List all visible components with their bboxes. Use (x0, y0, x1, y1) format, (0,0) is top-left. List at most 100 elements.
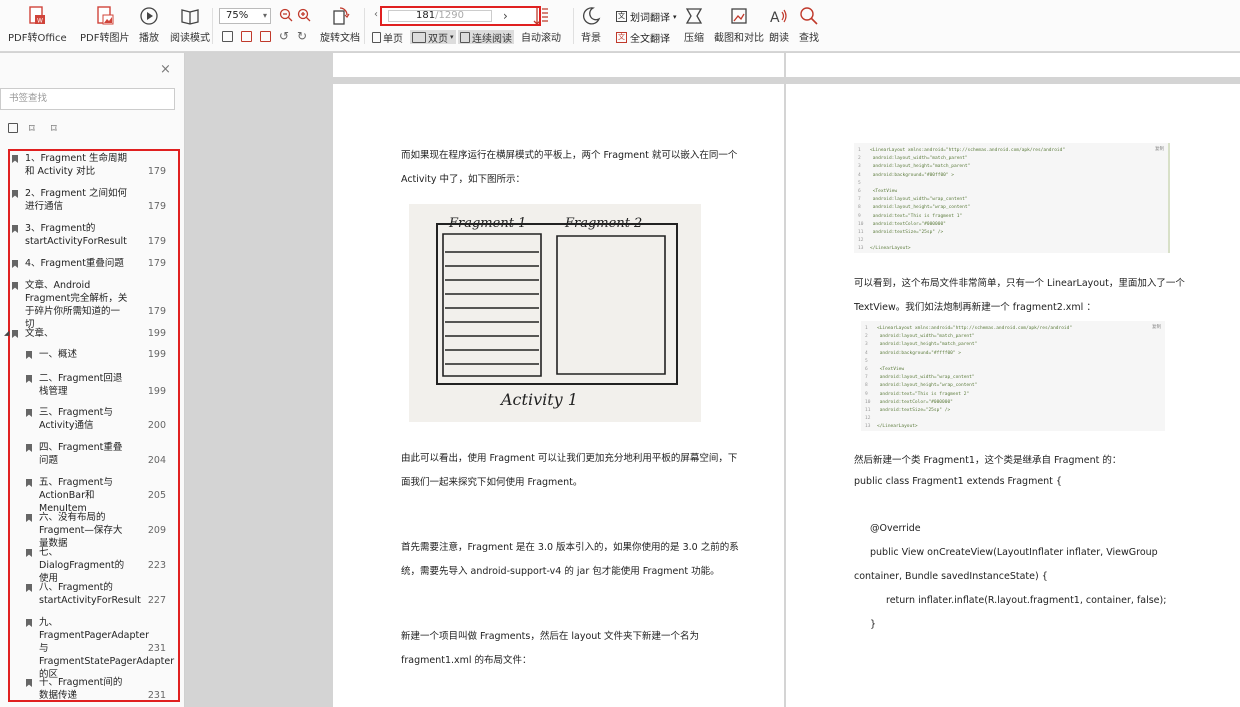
bookmark-label: 4、Fragment重叠问题 (25, 258, 124, 269)
page-current: 181 (416, 10, 436, 21)
continuous-read-button[interactable]: 连续阅读 (458, 30, 514, 45)
single-page-button[interactable]: 单页 (372, 30, 403, 45)
actual-size-icon[interactable] (222, 31, 233, 45)
code-text: android:layout_height="match_parent" (870, 164, 971, 170)
compress-button[interactable]: 压缩 (684, 6, 704, 44)
bookmark-item[interactable]: 4、Fragment重叠问题 179 (12, 257, 178, 270)
bookmark-page-number: 179 (147, 236, 166, 247)
fit-page-icon[interactable] (241, 31, 252, 45)
bookmark-item[interactable]: 五、Fragment与ActionBar和MenuItem 205 (26, 476, 178, 514)
bookmark-item[interactable]: 三、Fragment与Activity通信 200 (26, 406, 178, 432)
bookmark-label: 四、Fragment重叠问题 (39, 442, 123, 466)
line-number: 3 (865, 342, 868, 348)
screenshot-icon (729, 6, 749, 26)
code-text: <LinearLayout xmlns:android="http://sche… (870, 148, 1066, 153)
read-mode-button[interactable]: 阅读模式 (170, 6, 210, 44)
line-number: 1 (865, 326, 868, 331)
code-line: 2 android:layout_width="match_parent" (858, 155, 1164, 163)
play-button[interactable]: 播放 (139, 6, 159, 44)
read-aloud-button[interactable]: A 朗读 (769, 6, 789, 44)
next-page-icon[interactable]: › (503, 9, 508, 23)
bookmark-item[interactable]: 七、DialogFragment的使用 223 (26, 546, 178, 584)
copy-button[interactable]: 复制 (1152, 324, 1161, 332)
bookmark-page-number: 204 (147, 455, 166, 466)
svg-text:W: W (37, 18, 43, 25)
fit-width-icon[interactable] (260, 31, 271, 45)
bookmark-label: 三、Fragment与Activity通信 (39, 407, 113, 431)
bookmark-icon[interactable]: ⌑ (51, 122, 57, 135)
zoom-select[interactable]: 75% ▾ (219, 8, 271, 24)
bookmark-item[interactable]: 八、Fragment的startActivityForResult 227 (26, 581, 178, 607)
separator (573, 8, 574, 44)
bookmark-item[interactable]: 九、FragmentPagerAdapter与FragmentStatePage… (26, 616, 178, 680)
bookmark-flag-icon (12, 225, 18, 233)
bookmark-label: 十、Fragment间的数据传递 (39, 677, 123, 701)
bookmark-item[interactable]: ◢ 文章、 199 (4, 327, 178, 340)
close-icon[interactable]: × (160, 62, 171, 77)
sketch-label-fragment2: Fragment 2 (565, 216, 643, 231)
full-translate-button[interactable]: 文 全文翻译 (616, 30, 670, 45)
bookmark-search-input[interactable]: 书签查找 (0, 88, 175, 110)
copy-button[interactable]: 复制 (1155, 146, 1164, 154)
code-line: 8 android:layout_height="wrap_content" (858, 204, 1164, 212)
bookmark-label: 五、Fragment与ActionBar和MenuItem (39, 477, 113, 514)
bookmark-item[interactable]: 六、没有布局的Fragment—保存大量数据 209 (26, 511, 178, 549)
pdf-to-image-button[interactable]: PDF转图片 (80, 6, 129, 44)
paragraph: 可以看到，这个布局文件非常简单，只有一个 LinearLayout，里面加入了一… (854, 278, 1185, 289)
document-view[interactable]: 而如果现在程序运行在横屏模式的平板上，两个 Fragment 就可以嵌入在同一个… (185, 53, 1240, 707)
line-number: 11 (865, 408, 871, 414)
read-aloud-label: 朗读 (769, 33, 789, 44)
bookmark-item[interactable]: 二、Fragment回退栈管理 199 (26, 372, 178, 398)
line-number: 9 (858, 213, 861, 219)
rotate-left-icon[interactable]: ↺ (279, 29, 289, 43)
prev-page-icon[interactable]: ‹ (374, 9, 378, 20)
bookmark-item[interactable]: 1、Fragment 生命周期和 Activity 对比 179 (12, 152, 178, 178)
expand-all-icon[interactable] (8, 123, 18, 136)
pdf-to-office-button[interactable]: W PDF转Office (8, 6, 67, 44)
auto-scroll-button[interactable]: 自动滚动 (521, 6, 561, 44)
zoom-value: 75% (226, 10, 249, 21)
paragraph: 统，需要先导入 android-support-v4 的 jar 包才能使用 F… (401, 566, 720, 577)
zoom-out-icon[interactable] (279, 8, 293, 25)
page-navigator[interactable]: 181/1290 › (380, 6, 541, 26)
search-label: 查找 (799, 33, 819, 44)
bookmark-item[interactable]: 文章、Android Fragment完全解析，关于碎片你所需知道的一切 179 (12, 279, 178, 330)
paragraph: 面我们一起来探究下如何使用 Fragment。 (401, 477, 583, 488)
paragraph: 新建一个项目叫做 Fragments，然后在 layout 文件夹下新建一个名为 (401, 631, 700, 642)
code-line: 10 android:textColor="#000000" (865, 399, 1161, 407)
code-line: 7 android:layout_width="wrap_content" (865, 374, 1161, 382)
bookmark-item[interactable]: 四、Fragment重叠问题 204 (26, 441, 178, 467)
bookmark-item[interactable]: 2、Fragment 之间如何进行通信 179 (12, 187, 178, 213)
previous-page-left (333, 53, 784, 77)
code-line: 5 (865, 358, 1161, 366)
bookmark-label: 八、Fragment的startActivityForResult (39, 582, 141, 606)
bookmark-item[interactable]: 十、Fragment间的数据传递 231 (26, 676, 178, 702)
collapse-icon[interactable]: ◢ (4, 327, 9, 340)
continuous-read-icon (460, 31, 470, 43)
double-page-button[interactable]: 双页 ▾ (410, 30, 456, 45)
moon-icon (581, 6, 601, 26)
compress-label: 压缩 (684, 33, 704, 44)
search-button[interactable]: 查找 (799, 6, 819, 44)
bookmark-add-icon[interactable]: ⌑ (29, 122, 35, 135)
double-page-icon (412, 31, 426, 43)
page-right: 复制 1 <LinearLayout xmlns:android="http://… (786, 84, 1240, 707)
bookmark-label: 2、Fragment 之间如何进行通信 (25, 188, 127, 212)
page-input[interactable]: 181/1290 (388, 10, 492, 22)
code-text: <TextView (877, 367, 905, 373)
rotate-document-button[interactable]: 旋转文档 (320, 6, 360, 44)
bookmark-flag-icon (26, 444, 32, 452)
read-mode-label: 阅读模式 (170, 33, 210, 44)
word-translate-button[interactable]: 文 划词翻译 ▾ (616, 9, 677, 24)
code-line: return inflater.inflate(R.layout.fragmen… (886, 595, 1167, 606)
bookmark-page-number: 179 (147, 258, 166, 269)
bookmark-item[interactable]: 一、概述 199 (26, 348, 178, 361)
bookmark-page-number: 200 (147, 420, 166, 431)
rotate-right-icon[interactable]: ↻ (297, 29, 307, 43)
zoom-in-icon[interactable] (297, 8, 311, 25)
page-total: /1290 (435, 10, 464, 21)
screenshot-compare-button[interactable]: 截图和对比 (714, 6, 764, 44)
paragraph: Activity 中了，如下图所示： (401, 174, 526, 185)
bookmark-item[interactable]: 3、Fragment的startActivityForResult 179 (12, 222, 178, 248)
background-button[interactable]: 背景 (581, 6, 601, 44)
